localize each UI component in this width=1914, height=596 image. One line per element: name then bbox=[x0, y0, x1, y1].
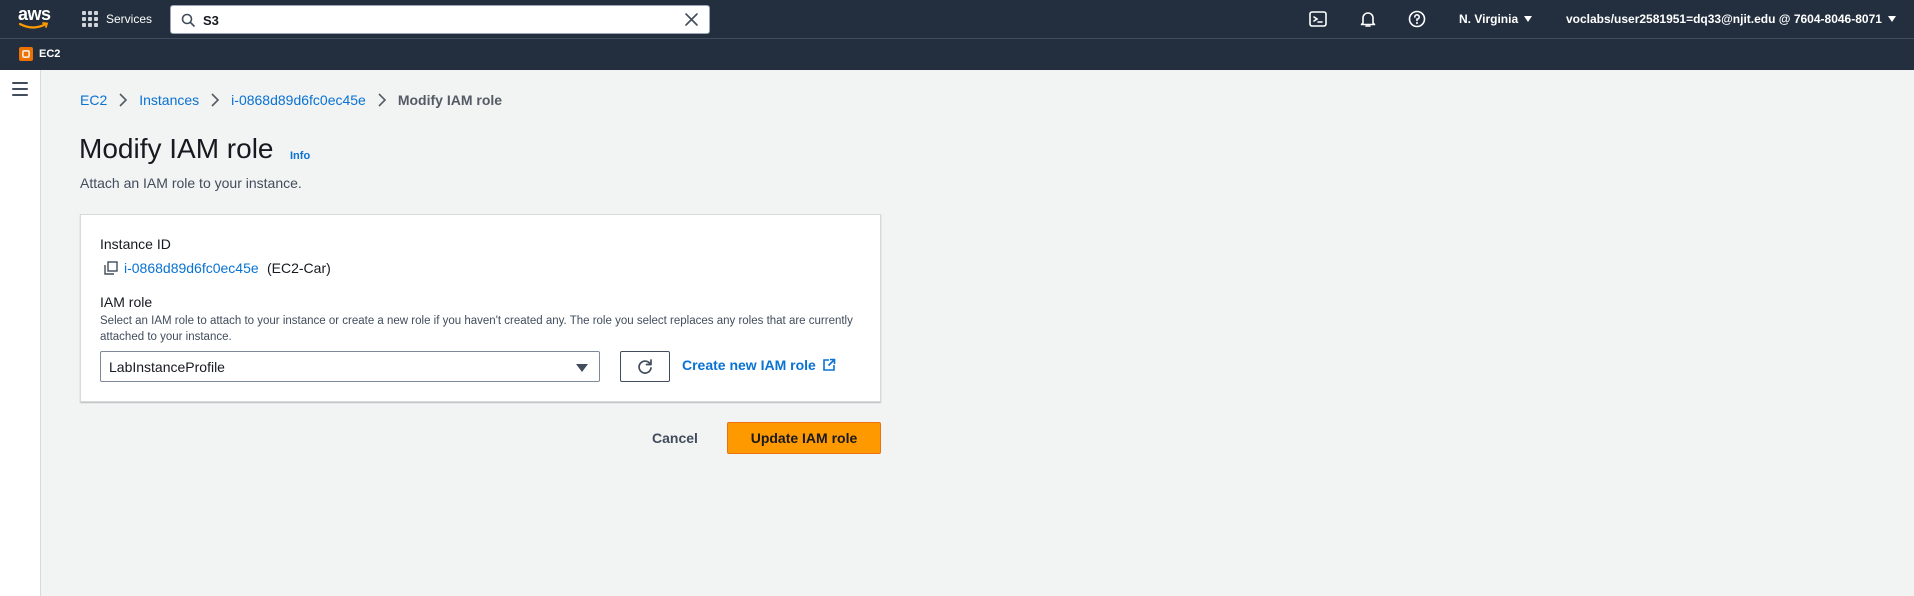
iam-role-select[interactable]: LabInstanceProfile bbox=[100, 351, 600, 382]
chevron-down-icon bbox=[1887, 16, 1896, 22]
external-link-icon bbox=[823, 358, 836, 371]
refresh-icon bbox=[638, 358, 652, 374]
create-new-iam-role-label: Create new IAM role bbox=[682, 357, 816, 373]
region-label: N. Virginia bbox=[1459, 12, 1519, 26]
copy-icon[interactable] bbox=[104, 261, 118, 275]
favorite-ec2[interactable]: EC2 bbox=[19, 47, 60, 61]
aws-logo-text: aws bbox=[18, 4, 51, 24]
instance-name: (EC2-Car) bbox=[267, 260, 331, 276]
update-iam-role-button[interactable]: Update IAM role bbox=[727, 422, 881, 454]
caret-down-icon bbox=[576, 364, 588, 372]
search-icon bbox=[181, 13, 195, 27]
iam-role-selected-value: LabInstanceProfile bbox=[109, 359, 225, 375]
aws-smile-icon bbox=[19, 22, 49, 29]
menu-toggle-icon[interactable] bbox=[12, 82, 28, 100]
search-bar bbox=[170, 5, 710, 34]
create-new-iam-role-link[interactable]: Create new IAM role bbox=[682, 357, 836, 373]
iam-role-label: IAM role bbox=[100, 294, 153, 310]
account-label: voclabs/user2581951=dq33@njit.edu @ 7604… bbox=[1566, 12, 1882, 26]
breadcrumb-ec2[interactable]: EC2 bbox=[80, 92, 107, 108]
breadcrumb-instance-id[interactable]: i-0868d89d6fc0ec45e bbox=[231, 92, 366, 108]
account-menu[interactable]: voclabs/user2581951=dq33@njit.edu @ 7604… bbox=[1566, 12, 1896, 26]
favorite-ec2-label: EC2 bbox=[39, 48, 61, 60]
page-description: Attach an IAM role to your instance. bbox=[80, 175, 302, 191]
search-input[interactable] bbox=[203, 10, 663, 30]
instance-id-link[interactable]: i-0868d89d6fc0ec45e bbox=[124, 260, 259, 276]
page-title: Modify IAM role bbox=[79, 133, 274, 164]
side-navigation-rail bbox=[0, 70, 41, 596]
notifications-bell-icon[interactable] bbox=[1359, 10, 1377, 28]
cloudshell-icon[interactable] bbox=[1309, 10, 1327, 28]
aws-logo[interactable]: aws bbox=[18, 5, 52, 33]
region-selector[interactable]: N. Virginia bbox=[1459, 12, 1533, 26]
instance-id-label: Instance ID bbox=[100, 236, 171, 252]
services-label: Services bbox=[106, 12, 153, 26]
favorites-bar: EC2 bbox=[0, 38, 1914, 70]
info-link[interactable]: Info bbox=[290, 150, 310, 162]
breadcrumb-instances[interactable]: Instances bbox=[139, 92, 199, 108]
chevron-right-icon bbox=[119, 93, 128, 107]
refresh-roles-button[interactable] bbox=[620, 351, 670, 382]
chevron-down-icon bbox=[1524, 16, 1533, 22]
breadcrumb: EC2 Instances i-0868d89d6fc0ec45e Modify… bbox=[80, 92, 502, 108]
clear-search-icon[interactable] bbox=[684, 12, 699, 27]
chevron-right-icon bbox=[378, 93, 386, 107]
services-menu-button[interactable]: Services bbox=[82, 9, 152, 29]
services-grid-icon bbox=[82, 11, 98, 27]
chevron-right-icon bbox=[211, 93, 220, 107]
top-navigation: aws Services N. Virginia bbox=[0, 0, 1914, 38]
breadcrumb-current: Modify IAM role bbox=[397, 92, 503, 108]
ec2-service-icon bbox=[19, 47, 33, 61]
iam-role-description: Select an IAM role to attach to your ins… bbox=[100, 315, 853, 343]
cancel-button[interactable]: Cancel bbox=[641, 422, 709, 454]
help-icon[interactable] bbox=[1408, 10, 1426, 28]
